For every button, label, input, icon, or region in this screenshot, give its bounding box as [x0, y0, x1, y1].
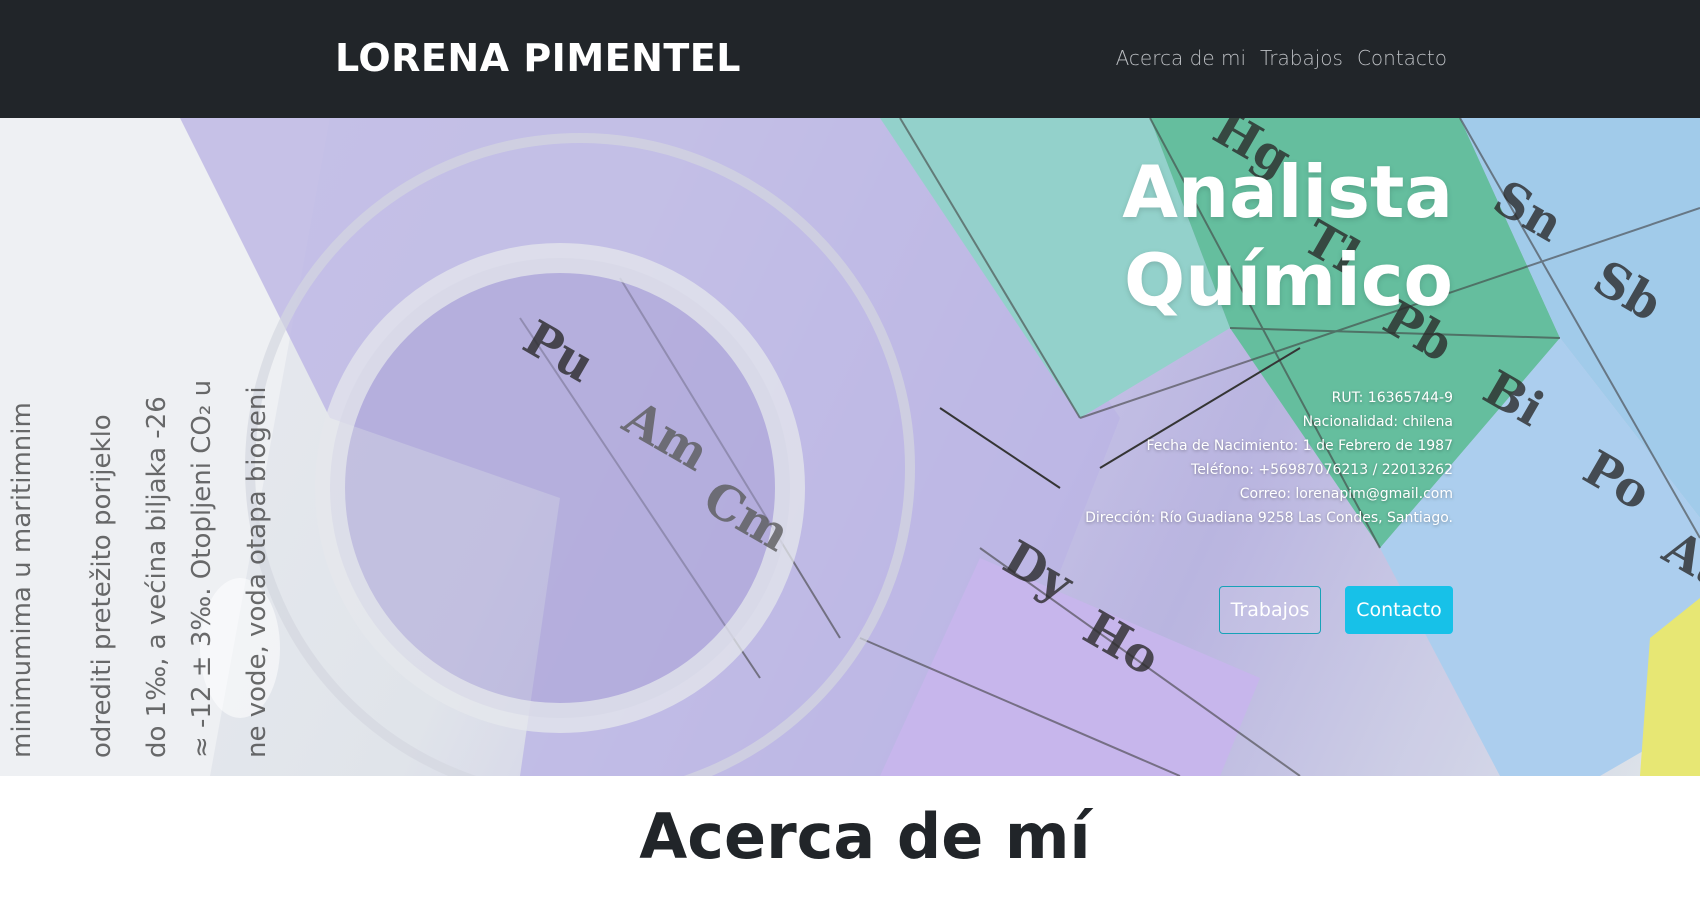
trabajos-button[interactable]: Trabajos — [1219, 586, 1321, 634]
nav-link-trabajos[interactable]: Trabajos — [1260, 46, 1343, 70]
personal-info: RUT: 16365744-9 Nacionalidad: chilena Fe… — [833, 386, 1453, 530]
hero-title-line-2: Químico — [1124, 238, 1453, 322]
navbar: LORENA PIMENTEL Acerca de mi Trabajos Co… — [0, 0, 1700, 118]
nav-links: Acerca de mi Trabajos Contacto — [1116, 46, 1447, 70]
info-nacionalidad: Nacionalidad: chilena — [1302, 414, 1453, 430]
nav-link-acerca[interactable]: Acerca de mi — [1116, 46, 1246, 70]
hero-buttons: Trabajos Contacto — [833, 586, 1453, 634]
contacto-button[interactable]: Contacto — [1345, 586, 1453, 634]
info-correo: Correo: lorenapim@gmail.com — [1239, 486, 1453, 502]
hero-title: Analista Químico — [833, 148, 1453, 324]
brand-logo[interactable]: LORENA PIMENTEL — [335, 36, 741, 80]
section-title-acerca: Acerca de mí — [639, 800, 1091, 873]
info-nacimiento: Fecha de Nacimiento: 1 de Febrero de 198… — [1146, 438, 1453, 454]
hero-content: Analista Químico RUT: 16365744-9 Naciona… — [833, 148, 1453, 634]
nav-link-contacto[interactable]: Contacto — [1357, 46, 1447, 70]
hero-title-line-1: Analista — [1122, 150, 1453, 234]
info-rut: RUT: 16365744-9 — [1331, 390, 1453, 406]
hero-section: Pu Am Cm Sn Sb Bi Po Dy Ho Hg Tl Pb At m… — [0, 118, 1700, 776]
info-direccion: Dirección: Río Guadiana 9258 Las Condes,… — [1085, 510, 1453, 526]
info-telefono: Teléfono: +56987076213 / 22013262 — [1191, 462, 1453, 478]
